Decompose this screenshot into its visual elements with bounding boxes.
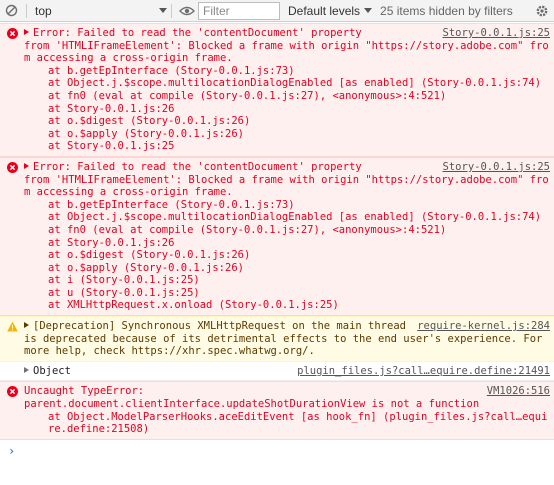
message-source-link[interactable]: Story-0.0.1.js:25 bbox=[443, 27, 550, 40]
error-icon bbox=[7, 28, 18, 39]
stack-frame[interactable]: at Object.j.$scope.multilocationDialogEn… bbox=[24, 77, 550, 90]
chevron-down-icon bbox=[364, 8, 373, 13]
expand-triangle-icon[interactable] bbox=[24, 29, 29, 35]
console-toolbar: top Default levels 25 items hidden by fi… bbox=[0, 0, 554, 22]
gear-icon bbox=[536, 5, 548, 17]
stack-frame[interactable]: at o.$digest (Story-0.0.1.js:26) bbox=[24, 115, 550, 128]
message-text: from 'HTMLIFrameElement': Blocked a fram… bbox=[24, 173, 549, 199]
stack-frame[interactable]: at o.$apply (Story-0.0.1.js:26) bbox=[24, 262, 550, 275]
console-message-error: Story-0.0.1.js:25 Error: Failed to read … bbox=[0, 23, 554, 157]
log-levels-dropdown[interactable]: Default levels bbox=[288, 3, 373, 18]
warning-icon bbox=[7, 321, 18, 332]
toolbar-divider bbox=[171, 3, 172, 18]
stack-frame[interactable]: at u (Story-0.0.1.js:25) bbox=[24, 287, 550, 300]
expand-triangle-icon[interactable] bbox=[24, 162, 29, 169]
levels-label: Default levels bbox=[288, 3, 361, 18]
console-message-error: Story-0.0.1.js:25 Error: Failed to read … bbox=[0, 156, 554, 317]
live-expression-button[interactable] bbox=[176, 0, 198, 22]
expand-triangle-icon[interactable] bbox=[24, 366, 29, 373]
stack-frame[interactable]: at i (Story-0.0.1.js:25) bbox=[24, 274, 550, 287]
stack-frame[interactable]: at Story-0.0.1.js:26 bbox=[24, 103, 550, 116]
console-prompt[interactable]: › bbox=[0, 440, 554, 460]
clear-console-button[interactable] bbox=[0, 0, 22, 22]
console-settings-button[interactable] bbox=[534, 3, 550, 19]
hidden-items-count: 25 items hidden by filters bbox=[380, 3, 513, 18]
stack-frame[interactable]: at o.$apply (Story-0.0.1.js:26) bbox=[24, 128, 550, 141]
context-selector[interactable]: top bbox=[31, 4, 167, 18]
stack-frame[interactable]: at Story-0.0.1.js:25 bbox=[24, 140, 550, 153]
context-value: top bbox=[35, 3, 52, 18]
stack-frame[interactable]: at Object.j.$scope.multilocationDialogEn… bbox=[24, 211, 550, 224]
stack-frame[interactable]: at b.getEpInterface (Story-0.0.1.js:73) bbox=[24, 65, 550, 78]
message-text: Uncaught TypeError: bbox=[24, 385, 145, 398]
stack-frame[interactable]: at XMLHttpRequest.x.onload (Story-0.0.1.… bbox=[24, 299, 550, 312]
stack-frame[interactable]: at Object.ModelParserHooks.aceEditEvent … bbox=[24, 411, 550, 436]
prompt-chevron-icon: › bbox=[8, 443, 16, 458]
filter-input[interactable] bbox=[198, 1, 280, 20]
clear-icon bbox=[5, 4, 17, 17]
eye-icon bbox=[179, 6, 195, 15]
error-icon bbox=[7, 386, 18, 398]
stack-frame[interactable]: at o.$digest (Story-0.0.1.js:26) bbox=[24, 249, 550, 262]
message-source-link[interactable]: plugin_files.js?call…equire.define:21491 bbox=[297, 365, 550, 378]
console-message-error: VM1026:516 Uncaught TypeError: parent.do… bbox=[0, 381, 554, 440]
stack-frame[interactable]: at fn0 (eval at compile (Story-0.0.1.js:… bbox=[24, 90, 550, 103]
stack-frame[interactable]: at Story-0.0.1.js:26 bbox=[24, 237, 550, 250]
console-messages: Story-0.0.1.js:25 Error: Failed to read … bbox=[0, 23, 554, 485]
toolbar-divider bbox=[26, 3, 27, 18]
message-text: from 'HTMLIFrameElement': Blocked a fram… bbox=[24, 39, 549, 65]
error-icon bbox=[7, 161, 18, 173]
message-source-link[interactable]: Story-0.0.1.js:25 bbox=[443, 161, 550, 174]
message-source-link[interactable]: require-kernel.js:284 bbox=[417, 320, 550, 333]
stack-frame[interactable]: at fn0 (eval at compile (Story-0.0.1.js:… bbox=[24, 224, 550, 237]
console-message-warning: require-kernel.js:284 [Deprecation] Sync… bbox=[0, 316, 554, 362]
message-text: parent.document.clientInterface.updateSh… bbox=[24, 398, 480, 411]
expand-triangle-icon[interactable] bbox=[24, 322, 29, 329]
message-source-link[interactable]: VM1026:516 bbox=[487, 385, 550, 398]
stack-frame[interactable]: at b.getEpInterface (Story-0.0.1.js:73) bbox=[24, 199, 550, 212]
chevron-down-icon bbox=[159, 8, 167, 13]
console-message-log: plugin_files.js?call…equire.define:21491… bbox=[0, 362, 554, 382]
